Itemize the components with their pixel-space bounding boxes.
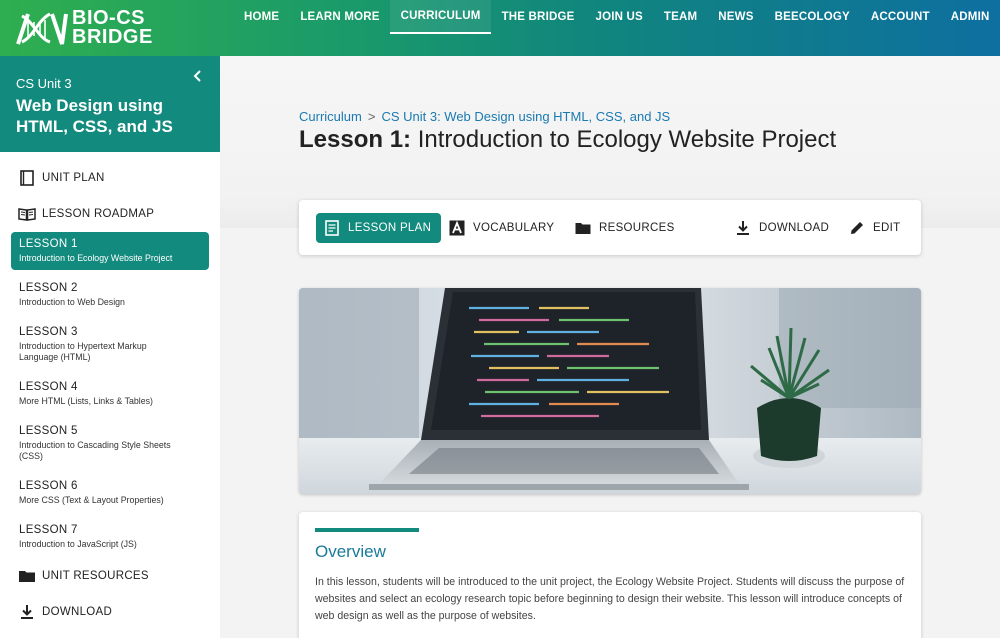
download-label: DOWNLOAD bbox=[759, 222, 830, 234]
laptop-code-illustration bbox=[299, 288, 921, 494]
sidebar-unit-plan[interactable]: UNIT PLAN bbox=[0, 160, 220, 196]
lesson-plan-label: LESSON PLAN bbox=[348, 222, 432, 234]
main-nav: HOME LEARN MORE CURRICULUM THE BRIDGE JO… bbox=[234, 0, 1000, 56]
unit-plan-label: UNIT PLAN bbox=[42, 172, 105, 184]
lesson-name: LESSON 3 bbox=[19, 326, 78, 338]
download-icon bbox=[737, 221, 749, 235]
sidebar-header: CS Unit 3 Web Design using HTML, CSS, an… bbox=[0, 56, 220, 152]
folder-icon bbox=[19, 571, 35, 582]
nav-admin[interactable]: ADMIN bbox=[940, 0, 1000, 34]
lesson-description: More CSS (Text & Layout Properties) bbox=[19, 495, 164, 505]
lesson-item-6[interactable]: LESSON 6 More CSS (Text & Layout Propert… bbox=[11, 474, 209, 512]
lesson-description: Introduction to Hypertext Markup Languag… bbox=[19, 341, 147, 362]
lesson-name: LESSON 1 bbox=[19, 238, 78, 250]
lesson-description: Introduction to Web Design bbox=[19, 297, 125, 307]
overview-accent-bar bbox=[315, 528, 419, 532]
breadcrumb-current-unit[interactable]: CS Unit 3: Web Design using HTML, CSS, a… bbox=[381, 109, 670, 124]
resources-button[interactable]: RESOURCES bbox=[575, 213, 675, 243]
vocabulary-label: VOCABULARY bbox=[473, 222, 555, 234]
letter-a-icon bbox=[449, 220, 465, 236]
unit-resources-label: UNIT RESOURCES bbox=[42, 570, 149, 582]
nav-team[interactable]: TEAM bbox=[653, 0, 707, 34]
overview-text: In this lesson, students will be introdu… bbox=[315, 576, 905, 622]
download-icon bbox=[21, 605, 33, 619]
lesson-name: LESSON 4 bbox=[19, 381, 78, 393]
sidebar-unit-label: CS Unit 3 bbox=[16, 76, 72, 91]
lesson-item-3[interactable]: LESSON 3 Introduction to Hypertext Marku… bbox=[11, 320, 209, 369]
lesson-description: Introduction to JavaScript (JS) bbox=[19, 539, 137, 549]
lesson-item-7[interactable]: LESSON 7 Introduction to JavaScript (JS) bbox=[11, 518, 209, 556]
sidebar-unit-title: Web Design using HTML, CSS, and JS bbox=[16, 96, 173, 136]
nav-the-bridge[interactable]: THE BRIDGE bbox=[491, 0, 585, 34]
lesson-name: LESSON 7 bbox=[19, 524, 78, 536]
nav-news[interactable]: NEWS bbox=[708, 0, 764, 34]
lesson-description: More HTML (Lists, Links & Tables) bbox=[19, 396, 153, 406]
chevron-left-icon[interactable] bbox=[190, 68, 206, 84]
dna-logo-icon bbox=[16, 12, 68, 45]
edit-button[interactable]: EDIT bbox=[849, 213, 900, 243]
sidebar-unit-resources[interactable]: UNIT RESOURCES bbox=[0, 558, 220, 594]
nav-home[interactable]: HOME bbox=[234, 0, 290, 34]
vocabulary-button[interactable]: VOCABULARY bbox=[449, 213, 554, 243]
nav-learn-more[interactable]: LEARN MORE bbox=[290, 0, 390, 34]
lesson-item-1[interactable]: LESSON 1 Introduction to Ecology Website… bbox=[11, 232, 209, 270]
lesson-name: LESSON 2 bbox=[19, 282, 78, 294]
resources-label: RESOURCES bbox=[599, 222, 675, 234]
overview-heading: Overview bbox=[315, 542, 386, 561]
lesson-plan-button[interactable]: LESSON PLAN bbox=[316, 213, 442, 243]
brand-name: BIO-CS BRIDGE bbox=[72, 8, 153, 48]
download-label: DOWNLOAD bbox=[42, 606, 113, 618]
folder-icon bbox=[575, 223, 591, 234]
nav-join-us[interactable]: JOIN US bbox=[585, 0, 653, 34]
lesson-name: LESSON 5 bbox=[19, 425, 78, 437]
lesson-description: Introduction to Ecology Website Project bbox=[19, 253, 173, 263]
lesson-list: LESSON 1 Introduction to Ecology Website… bbox=[0, 232, 220, 556]
page-title-lesson-name: Introduction to Ecology Website Project bbox=[417, 126, 837, 153]
document-icon bbox=[325, 220, 339, 236]
open-book-icon bbox=[18, 208, 36, 221]
sidebar: CS Unit 3 Web Design using HTML, CSS, an… bbox=[0, 56, 220, 638]
edit-label: EDIT bbox=[873, 222, 901, 234]
brand-logo[interactable]: BIO-CS BRIDGE bbox=[14, 6, 153, 50]
breadcrumb-separator: > bbox=[367, 109, 376, 124]
pencil-icon bbox=[851, 222, 863, 234]
lesson-item-5[interactable]: LESSON 5 Introduction to Cascading Style… bbox=[11, 419, 209, 468]
page-title: Lesson 1: Introduction to Ecology Websit… bbox=[299, 126, 836, 154]
top-navbar: BIO-CS BRIDGE HOME LEARN MORE CURRICULUM… bbox=[0, 0, 1000, 56]
lesson-hero-image bbox=[299, 288, 921, 494]
sidebar-download[interactable]: DOWNLOAD bbox=[0, 594, 220, 630]
overview-card: Overview In this lesson, students will b… bbox=[299, 512, 921, 638]
lesson-item-2[interactable]: LESSON 2 Introduction to Web Design bbox=[11, 276, 209, 314]
lesson-roadmap-label: LESSON ROADMAP bbox=[42, 208, 155, 220]
download-button[interactable]: DOWNLOAD bbox=[735, 213, 829, 243]
breadcrumb: Curriculum > CS Unit 3: Web Design using H… bbox=[299, 109, 670, 124]
lesson-name: LESSON 6 bbox=[19, 480, 78, 492]
lesson-item-4[interactable]: LESSON 4 More HTML (Lists, Links & Table… bbox=[11, 375, 209, 413]
nav-account[interactable]: ACCOUNT bbox=[860, 0, 940, 34]
page-title-lesson-number: Lesson 1: bbox=[299, 126, 412, 153]
nav-beecology[interactable]: BEECOLOGY bbox=[764, 0, 860, 34]
sidebar-lesson-roadmap[interactable]: LESSON ROADMAP bbox=[0, 196, 220, 232]
brand-line-2: BRIDGE bbox=[72, 26, 153, 48]
nav-curriculum[interactable]: CURRICULUM bbox=[390, 0, 492, 34]
lesson-description: Introduction to Cascading Style Sheets (… bbox=[19, 440, 171, 461]
book-icon bbox=[20, 170, 34, 186]
breadcrumb-curriculum[interactable]: Curriculum bbox=[299, 109, 362, 124]
lesson-toolbar: LESSON PLAN VOCABULARY RESOURCES DOWNLOA… bbox=[299, 200, 921, 255]
